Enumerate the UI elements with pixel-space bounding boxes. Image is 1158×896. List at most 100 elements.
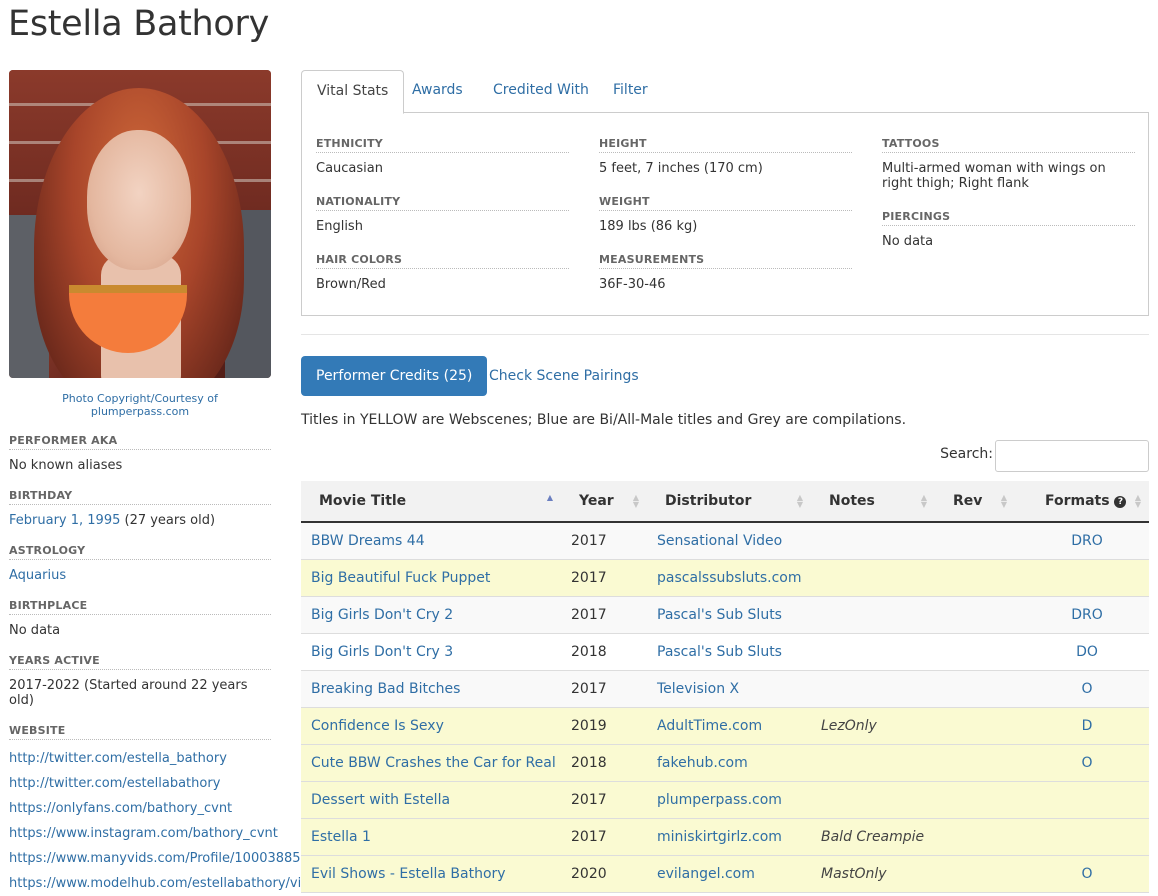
col-movie-title[interactable]: Movie Title ▲ — [301, 481, 561, 523]
tab-vital-stats[interactable]: Vital Stats — [301, 70, 405, 114]
aka-field: PERFORMER AKA No known aliases — [9, 434, 271, 473]
weight-label: WEIGHT — [599, 195, 852, 211]
distributor-link[interactable]: Pascal's Sub Sluts — [657, 644, 782, 660]
tab-awards[interactable]: Awards — [397, 70, 478, 111]
distributor-link[interactable]: Pascal's Sub Sluts — [657, 607, 782, 623]
formats-link[interactable]: O — [1081, 866, 1092, 882]
table-row: Evil Shows - Estella Bathory 2020 evilan… — [301, 855, 1149, 893]
website-list: http://twitter.com/estella_bathory http:… — [9, 746, 342, 896]
sort-asc-icon: ▲ — [546, 493, 553, 502]
distributor-link[interactable]: pascalssubsluts.com — [657, 570, 801, 586]
website-link[interactable]: http://twitter.com/estella_bathory — [9, 751, 227, 766]
birthplace-value: No data — [9, 623, 61, 638]
col-rev[interactable]: Rev ▲ ▼ — [935, 481, 1015, 523]
tab-filter[interactable]: Filter — [598, 70, 663, 111]
col-distributor-label: Distributor — [665, 493, 752, 509]
distributor-link[interactable]: evilangel.com — [657, 866, 755, 882]
birthday-age: (27 years old) — [120, 513, 216, 528]
table-row: Breaking Bad Bitches 2017 Television X O — [301, 670, 1149, 708]
year-cell: 2019 — [561, 707, 647, 745]
year-cell: 2017 — [561, 781, 647, 819]
tab-credited-with[interactable]: Credited With — [478, 70, 604, 111]
notes-cell: LezOnly — [811, 707, 935, 745]
years-active-value: 2017-2022 (Started around 22 years old) — [9, 678, 248, 708]
piercings-label: PIERCINGS — [882, 210, 1135, 226]
website-link[interactable]: https://www.manyvids.com/Profile/1000388… — [9, 851, 342, 866]
credits-table: Movie Title ▲ Year ▲ ▼ Distributor ▲ ▼ Notes ▲… — [301, 481, 1149, 893]
col-year-label: Year — [579, 493, 614, 509]
table-search: Search: — [849, 440, 1149, 472]
sort-icon: ▲ ▼ — [796, 493, 803, 509]
website-link[interactable]: https://www.instagram.com/bathory_cvnt — [9, 826, 278, 841]
website-field: WEBSITE http://twitter.com/estella_batho… — [9, 724, 342, 896]
movie-title-link[interactable]: Breaking Bad Bitches — [311, 681, 460, 697]
col-distributor[interactable]: Distributor ▲ ▼ — [647, 481, 811, 523]
tattoos-label: TATTOOS — [882, 137, 1135, 153]
col-year[interactable]: Year ▲ ▼ — [561, 481, 647, 523]
website-link[interactable]: https://www.modelhub.com/estellabathory/… — [9, 876, 332, 891]
website-link[interactable]: https://onlyfans.com/bathory_cvnt — [9, 801, 232, 816]
rev-cell — [935, 633, 1015, 671]
birthday-link[interactable]: February 1, 1995 — [9, 513, 120, 528]
table-row: Big Beautiful Fuck Puppet 2017 pascalssu… — [301, 559, 1149, 597]
website-label: WEBSITE — [9, 724, 271, 740]
movie-title-link[interactable]: Big Beautiful Fuck Puppet — [311, 570, 490, 586]
photo-credit-line2[interactable]: plumperpass.com — [9, 405, 271, 418]
rev-cell — [935, 781, 1015, 819]
years-active-field: YEARS ACTIVE 2017-2022 (Started around 2… — [9, 654, 271, 708]
photo-credit-line1[interactable]: Photo Copyright/Courtesy of — [9, 392, 271, 405]
table-row: Cute BBW Crashes the Car for Real 2018 f… — [301, 744, 1149, 782]
movie-title-link[interactable]: Confidence Is Sexy — [311, 718, 444, 734]
distributor-link[interactable]: Sensational Video — [657, 533, 782, 549]
formats-link[interactable]: DRO — [1071, 533, 1103, 549]
performer-photo[interactable] — [9, 70, 271, 378]
distributor-link[interactable]: miniskirtgirlz.com — [657, 829, 782, 845]
nationality-value: English — [316, 219, 363, 234]
measurements-label: MEASUREMENTS — [599, 253, 852, 269]
weight-value: 189 lbs (86 kg) — [599, 219, 698, 234]
website-link[interactable]: http://twitter.com/estellabathory — [9, 776, 220, 791]
table-row: Big Girls Don't Cry 2 2017 Pascal's Sub … — [301, 596, 1149, 634]
movie-title-link[interactable]: Cute BBW Crashes the Car for Real — [311, 755, 556, 771]
measurements-value: 36F-30-46 — [599, 277, 666, 292]
movie-title-link[interactable]: Big Girls Don't Cry 2 — [311, 607, 453, 623]
movie-title-link[interactable]: Estella 1 — [311, 829, 371, 845]
ethnicity-label: ETHNICITY — [316, 137, 569, 153]
col-rev-label: Rev — [953, 493, 983, 509]
formats-link[interactable]: DO — [1076, 644, 1098, 660]
formats-link[interactable]: O — [1081, 681, 1092, 697]
movie-title-link[interactable]: Big Girls Don't Cry 3 — [311, 644, 453, 660]
credits-legend: Titles in YELLOW are Webscenes; Blue are… — [301, 412, 907, 428]
col-notes[interactable]: Notes ▲ ▼ — [811, 481, 935, 523]
astrology-link[interactable]: Aquarius — [9, 568, 66, 583]
movie-title-link[interactable]: Dessert with Estella — [311, 792, 450, 808]
check-scene-pairings-link[interactable]: Check Scene Pairings — [489, 356, 639, 396]
formats-link[interactable]: O — [1081, 755, 1092, 771]
distributor-link[interactable]: plumperpass.com — [657, 792, 782, 808]
distributor-link[interactable]: AdultTime.com — [657, 718, 762, 734]
col-formats[interactable]: Formats ? ▲ ▼ — [1015, 481, 1149, 523]
notes-cell — [811, 781, 935, 819]
formats-link[interactable]: D — [1082, 718, 1093, 734]
year-cell: 2020 — [561, 855, 647, 893]
distributor-link[interactable]: Television X — [657, 681, 739, 697]
sort-icon: ▲ ▼ — [1000, 493, 1007, 509]
performer-credits-button[interactable]: Performer Credits (25) — [301, 356, 488, 396]
movie-title-link[interactable]: BBW Dreams 44 — [311, 533, 425, 549]
notes-cell: Bald Creampie — [811, 818, 935, 856]
astrology-field: ASTROLOGY Aquarius — [9, 544, 271, 583]
year-cell: 2017 — [561, 559, 647, 597]
formats-link[interactable]: DRO — [1071, 607, 1103, 623]
distributor-link[interactable]: fakehub.com — [657, 755, 748, 771]
main-content: Vital Stats Awards Credited With Filter … — [301, 70, 1149, 893]
section-divider — [301, 334, 1149, 335]
col-formats-label: Formats — [1045, 493, 1110, 509]
tattoos-value: Multi-armed woman with wings on right th… — [882, 161, 1106, 191]
help-icon[interactable]: ? — [1114, 496, 1127, 508]
search-input[interactable] — [995, 440, 1149, 472]
photo-credit[interactable]: Photo Copyright/Courtesy of plumperpass.… — [9, 392, 271, 418]
vital-stats-panel: ETHNICITY Caucasian NATIONALITY English … — [301, 113, 1149, 316]
movie-title-link[interactable]: Evil Shows - Estella Bathory — [311, 866, 506, 882]
notes-cell: MastOnly — [811, 855, 935, 893]
hair-colors-value: Brown/Red — [316, 277, 386, 292]
